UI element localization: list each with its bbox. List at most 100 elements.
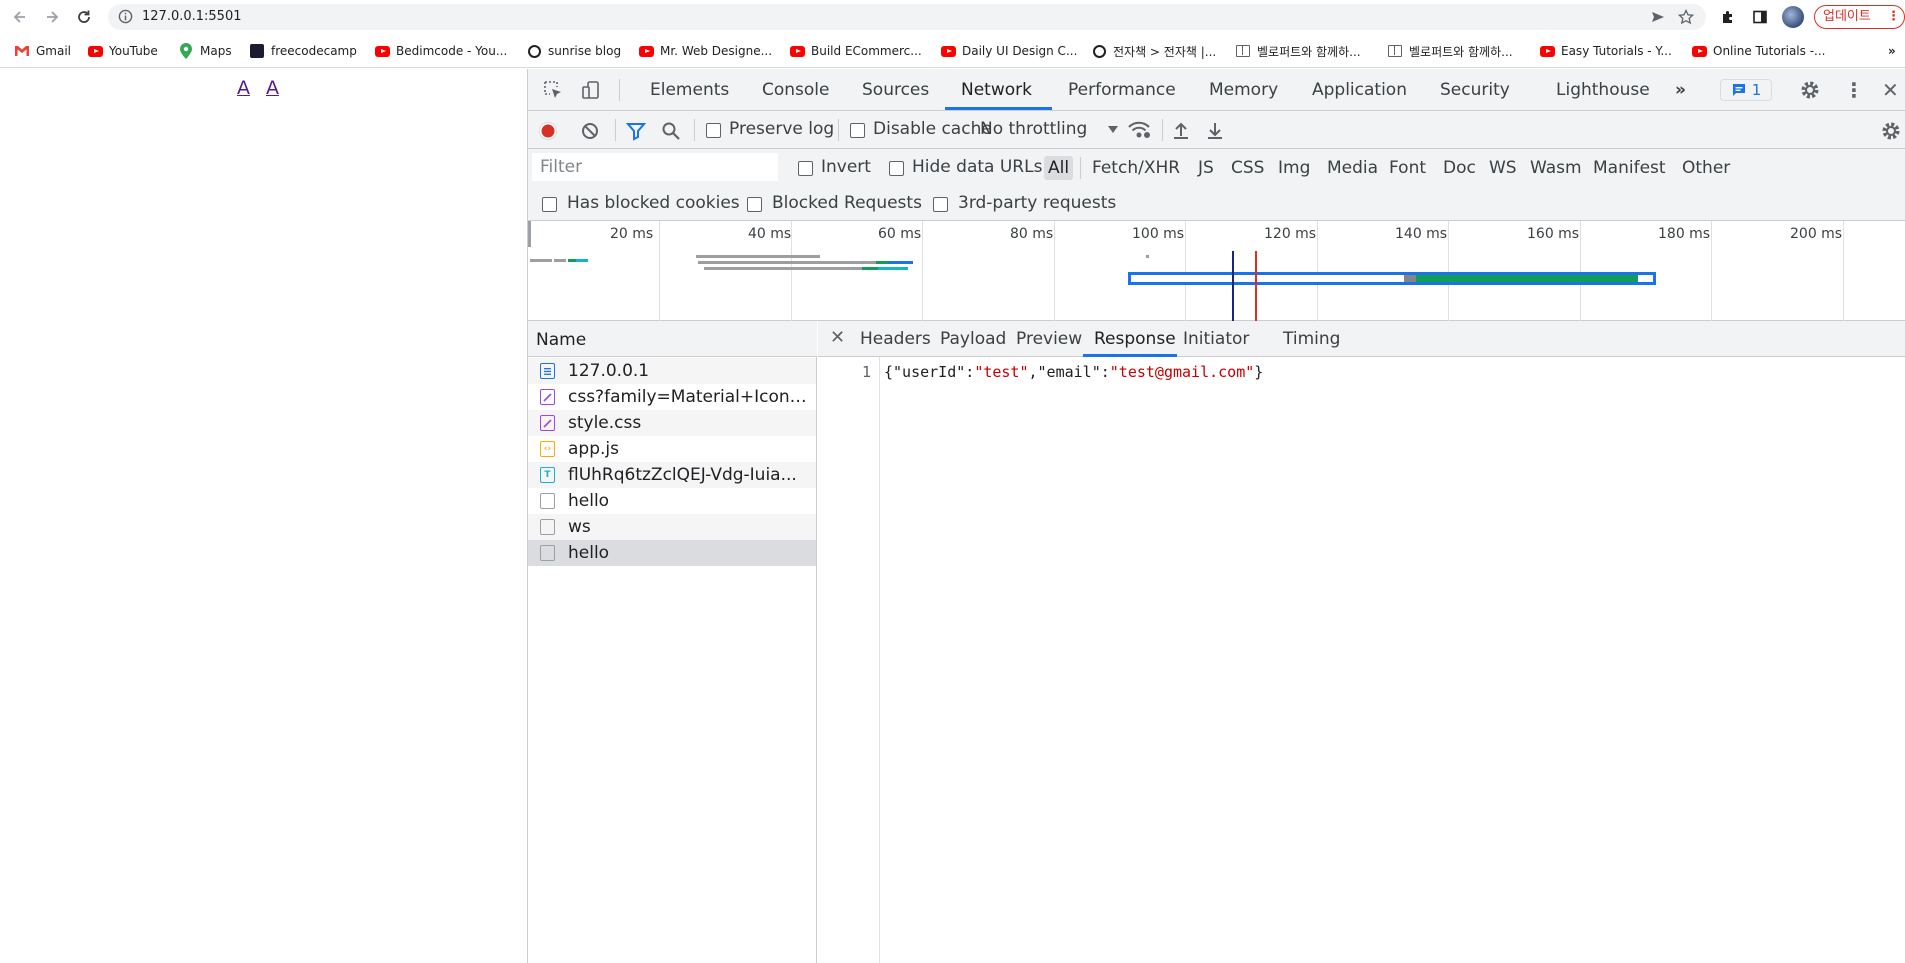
tab-payload[interactable]: Payload xyxy=(940,329,1006,349)
hide-data-urls-checkbox[interactable] xyxy=(889,161,904,176)
network-conditions-icon[interactable] xyxy=(1127,120,1151,140)
other-request-icon xyxy=(540,493,555,509)
tab-response[interactable]: Response xyxy=(1094,329,1176,349)
back-button[interactable] xyxy=(8,5,32,29)
type-filter-doc[interactable]: Doc xyxy=(1439,156,1480,180)
filter-input[interactable] xyxy=(532,153,778,181)
preserve-log-checkbox[interactable] xyxy=(706,123,721,138)
customize-kebab-icon[interactable]: ⋮ xyxy=(1844,78,1864,102)
tab-security[interactable]: Security xyxy=(1440,80,1510,100)
json-key: "userId" xyxy=(893,363,966,381)
type-filter-css[interactable]: CSS xyxy=(1227,156,1268,180)
bookmark-item[interactable]: Daily UI Design C... xyxy=(940,42,1077,60)
throttling-select[interactable]: No throttling xyxy=(980,119,1120,141)
filter-funnel-icon[interactable] xyxy=(626,121,646,141)
inspect-element-icon[interactable] xyxy=(542,79,564,101)
type-filter-img[interactable]: Img xyxy=(1274,156,1314,180)
bookmark-item[interactable]: Bedimcode - You... xyxy=(374,42,507,60)
type-filter-other[interactable]: Other xyxy=(1678,156,1734,180)
issues-button[interactable]: 1 xyxy=(1720,79,1772,101)
tab-console[interactable]: Console xyxy=(762,80,830,100)
request-row[interactable]: style.css xyxy=(528,410,816,436)
blocked-requests-checkbox[interactable] xyxy=(747,197,762,212)
extensions-button[interactable] xyxy=(1718,7,1738,27)
request-name: hello xyxy=(568,491,610,511)
device-toolbar-icon[interactable] xyxy=(580,79,602,101)
type-filter-font[interactable]: Font xyxy=(1385,156,1430,180)
request-row[interactable]: hello xyxy=(528,488,816,514)
bookmark-item[interactable]: 전자책 > 전자책 |... xyxy=(1091,42,1216,60)
send-icon[interactable] xyxy=(1650,9,1666,25)
tab-preview[interactable]: Preview xyxy=(1016,329,1082,349)
overview-handle[interactable] xyxy=(528,221,531,247)
network-settings-gear-icon[interactable] xyxy=(1880,120,1902,142)
response-viewer[interactable]: 1 {"userId":"test","email":"test@gmail.c… xyxy=(818,357,1905,963)
tab-sources[interactable]: Sources xyxy=(862,80,929,100)
bookmark-item[interactable]: 벨로퍼트와 함께하... xyxy=(1387,42,1513,60)
request-row[interactable]: T flUhRq6tzZclQEJ-Vdg-Iuia... xyxy=(528,462,816,488)
tab-network[interactable]: Network xyxy=(961,80,1032,100)
page-link[interactable]: A xyxy=(266,77,279,99)
tab-memory[interactable]: Memory xyxy=(1209,80,1278,100)
name-column-header[interactable]: Name xyxy=(528,321,817,357)
invert-checkbox[interactable] xyxy=(798,161,813,176)
update-button[interactable]: 업데이트 ⋮ xyxy=(1814,5,1905,29)
close-devtools-icon[interactable]: ✕ xyxy=(1882,78,1899,102)
bookmark-item[interactable]: 벨로퍼트와 함께하... xyxy=(1235,42,1361,60)
forward-button[interactable] xyxy=(40,5,64,29)
stylesheet-icon xyxy=(540,389,555,405)
export-har-icon[interactable] xyxy=(1205,120,1225,140)
tab-performance[interactable]: Performance xyxy=(1068,80,1176,100)
third-party-requests-checkbox[interactable] xyxy=(933,197,948,212)
bookmark-item[interactable]: sunrise blog xyxy=(526,42,621,60)
bookmark-item[interactable]: Online Tutorials -... xyxy=(1691,42,1825,60)
type-filter-fetch-xhr[interactable]: Fetch/XHR xyxy=(1088,156,1184,180)
more-bookmarks-icon[interactable]: » xyxy=(1888,42,1896,60)
tab-timing[interactable]: Timing xyxy=(1283,329,1340,349)
tab-elements[interactable]: Elements xyxy=(650,80,729,100)
clear-icon[interactable] xyxy=(580,121,600,141)
search-icon[interactable] xyxy=(661,121,681,141)
page-link[interactable]: A xyxy=(237,77,250,99)
tab-headers[interactable]: Headers xyxy=(860,329,931,349)
network-overview-timeline[interactable]: 20 ms 40 ms 60 ms 80 ms 100 ms 120 ms 14… xyxy=(528,221,1905,321)
profile-avatar[interactable] xyxy=(1782,6,1804,28)
bookmark-item[interactable]: Maps xyxy=(178,42,232,60)
tab-lighthouse[interactable]: Lighthouse xyxy=(1556,80,1650,100)
type-filter-media[interactable]: Media xyxy=(1323,156,1382,180)
address-bar[interactable]: 127.0.0.1:5501 xyxy=(108,4,1706,30)
type-filter-manifest[interactable]: Manifest xyxy=(1589,156,1670,180)
close-details-icon[interactable]: ✕ xyxy=(830,327,845,348)
document-icon xyxy=(540,363,555,379)
url-text[interactable]: 127.0.0.1:5501 xyxy=(142,9,242,24)
has-blocked-cookies-checkbox[interactable] xyxy=(542,197,557,212)
type-filter-wasm[interactable]: Wasm xyxy=(1526,156,1586,180)
request-row[interactable]: 127.0.0.1 xyxy=(528,358,816,384)
type-filter-js[interactable]: JS xyxy=(1194,156,1218,180)
bookmark-star-icon[interactable] xyxy=(1678,9,1694,25)
type-filter-ws[interactable]: WS xyxy=(1485,156,1521,180)
bookmark-item[interactable]: freecodecamp xyxy=(249,42,357,60)
request-row-selected[interactable]: hello xyxy=(528,540,816,566)
response-code-line[interactable]: {"userId":"test","email":"test@gmail.com… xyxy=(884,363,1263,381)
type-filter-all[interactable]: All xyxy=(1044,156,1074,180)
bookmark-item[interactable]: Mr. Web Designe... xyxy=(638,42,772,60)
request-row[interactable]: css?family=Material+Icons|... xyxy=(528,384,816,410)
request-row[interactable]: ws xyxy=(528,514,816,540)
bookmark-item[interactable]: YouTube xyxy=(87,42,158,60)
request-row[interactable]: ‹› app.js xyxy=(528,436,816,462)
bookmark-item[interactable]: Easy Tutorials - Y... xyxy=(1539,42,1672,60)
site-info-icon[interactable] xyxy=(118,9,133,24)
load-event-marker xyxy=(1255,251,1257,321)
reload-button[interactable] xyxy=(72,5,96,29)
more-tabs-icon[interactable]: » xyxy=(1675,80,1686,100)
side-panel-button[interactable] xyxy=(1750,7,1770,27)
settings-gear-icon[interactable] xyxy=(1799,79,1821,101)
disable-cache-checkbox[interactable] xyxy=(850,123,865,138)
record-icon[interactable] xyxy=(538,121,558,141)
bookmark-item[interactable]: Build ECommerc... xyxy=(789,42,922,60)
tab-initiator[interactable]: Initiator xyxy=(1183,329,1249,349)
bookmark-item[interactable]: Gmail xyxy=(14,42,71,60)
import-har-icon[interactable] xyxy=(1171,120,1191,140)
tab-application[interactable]: Application xyxy=(1312,80,1407,100)
